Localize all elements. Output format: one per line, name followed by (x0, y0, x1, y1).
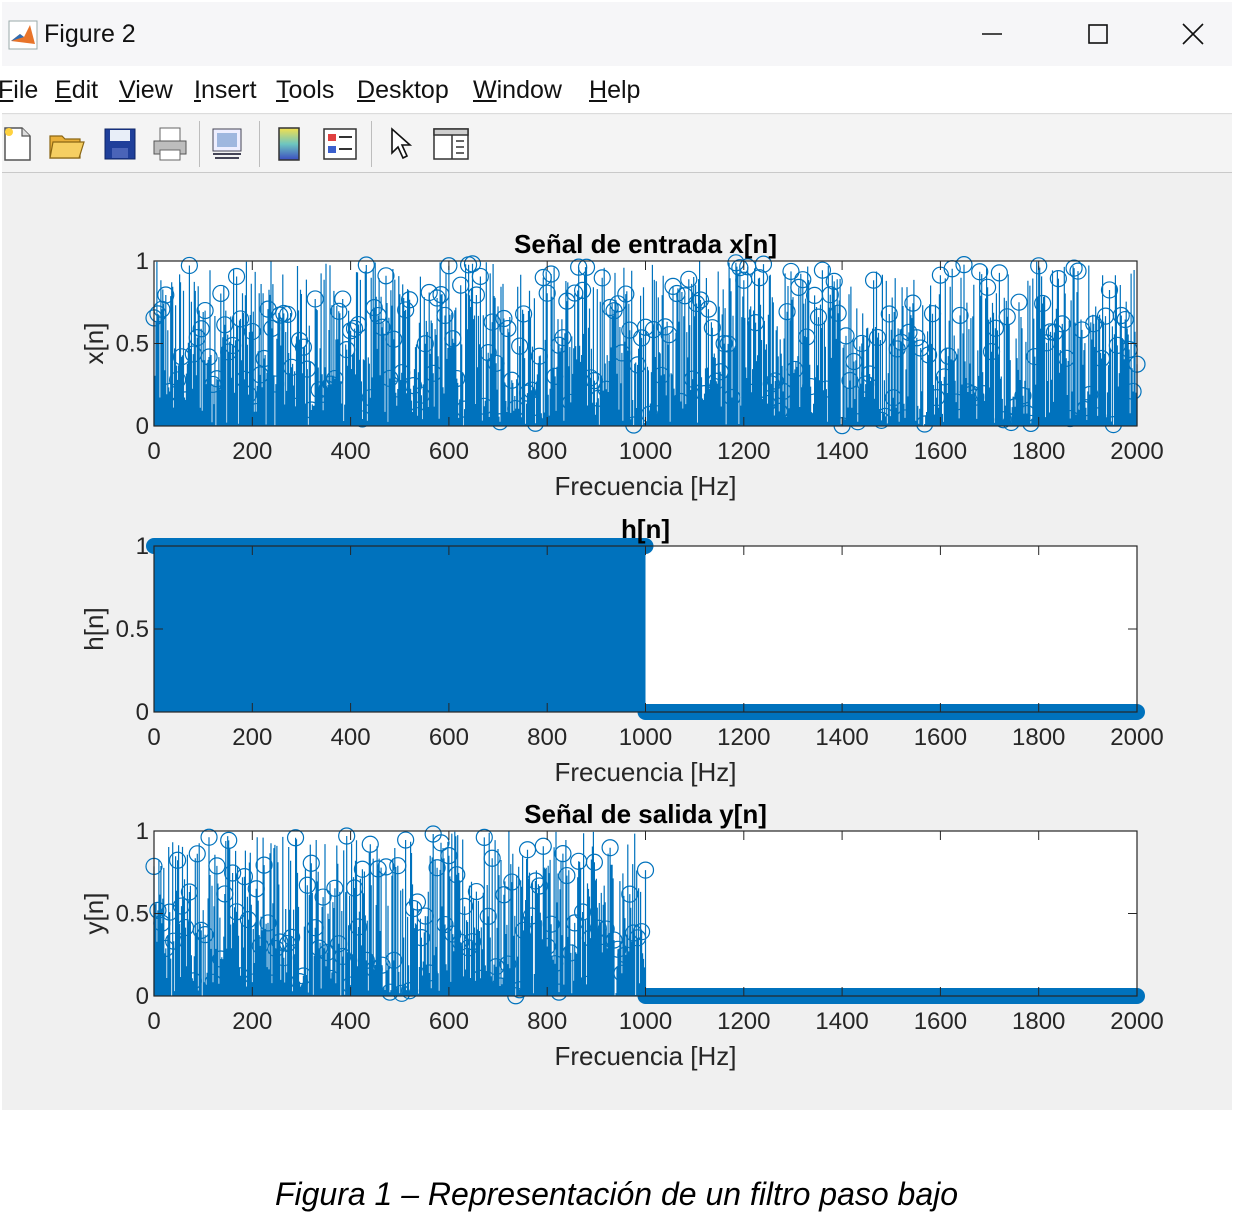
x-tick-label: 2000 (1110, 438, 1163, 465)
x-tick-label: 0 (147, 438, 160, 465)
subplot-1: 0 200 400 600 800 1000 1200 1400 1600 1800 2000 0 0.… (79, 229, 1164, 501)
x-tick-label: 200 (232, 438, 272, 465)
y-tick-label: 0.5 (116, 901, 149, 928)
x-tick-label: 400 (331, 438, 371, 465)
x-tick-label: 600 (429, 1008, 469, 1035)
y-tick-label: 1 (136, 533, 149, 560)
subplot-title: Señal de salida y[n] (524, 799, 767, 829)
x-tick-label: 600 (429, 724, 469, 751)
y-tick-label: 0 (136, 699, 149, 726)
stem-lines-block (154, 546, 646, 712)
figure-caption: Figura 1 – Representación de un filtro p… (274, 1176, 959, 1212)
x-tick-label: 1400 (815, 438, 868, 465)
x-tick-label: 200 (232, 1008, 272, 1035)
x-tick-label: 800 (527, 438, 567, 465)
y-axis-label: h[n] (79, 607, 109, 650)
x-tick-label: 1000 (619, 438, 672, 465)
x-axis-label: Frecuencia [Hz] (554, 757, 736, 787)
y-axis-label: y[n] (79, 893, 109, 935)
x-tick-label: 2000 (1110, 724, 1163, 751)
subplot-title: Señal de entrada x[n] (514, 229, 777, 259)
x-tick-label: 1600 (914, 1008, 967, 1035)
subplot-2: 0 200 400 600 800 1000 1200 1400 1600 1800 2000 0 0.… (79, 514, 1164, 787)
y-tick-label: 1 (136, 818, 149, 845)
x-tick-label: 800 (527, 724, 567, 751)
x-tick-label: 400 (331, 724, 371, 751)
x-tick-label: 0 (147, 1008, 160, 1035)
x-tick-label: 1000 (619, 724, 672, 751)
x-tick-label: 1400 (815, 724, 868, 751)
y-tick-label: 0 (136, 413, 149, 440)
x-tick-label: 1200 (717, 1008, 770, 1035)
x-tick-label: 1800 (1012, 724, 1065, 751)
x-tick-label: 800 (527, 1008, 567, 1035)
x-tick-label: 1800 (1012, 1008, 1065, 1035)
x-tick-label: 1800 (1012, 438, 1065, 465)
y-axis-label: x[n] (79, 323, 109, 365)
x-tick-label: 1200 (717, 438, 770, 465)
x-tick-label: 200 (232, 724, 272, 751)
x-axis-label: Frecuencia [Hz] (554, 1041, 736, 1071)
y-tick-label: 0 (136, 983, 149, 1010)
x-tick-label: 1600 (914, 724, 967, 751)
x-axis-label: Frecuencia [Hz] (554, 471, 736, 501)
y-tick-label: 0.5 (116, 616, 149, 643)
x-tick-label: 1000 (619, 1008, 672, 1035)
y-tick-label: 0.5 (116, 331, 149, 358)
y-tick-label: 1 (136, 248, 149, 275)
x-tick-label: 400 (331, 1008, 371, 1035)
figure-canvas: 0 200 400 600 800 1000 1200 1400 1600 1800 200000.… (79, 229, 1164, 1071)
x-tick-label: 0 (147, 724, 160, 751)
x-tick-label: 1200 (717, 724, 770, 751)
x-tick-label: 600 (429, 438, 469, 465)
x-tick-label: 1400 (815, 1008, 868, 1035)
x-tick-label: 2000 (1110, 1008, 1163, 1035)
figure-window: Figure 2 File Edit View Insert Tools Des… (0, 2, 1232, 1110)
subplot-3: 0 200 400 600 800 1000 1200 1400 1600 1800 2000 0 0.… (79, 799, 1164, 1071)
x-tick-label: 1600 (914, 438, 967, 465)
subplot-title: h[n] (621, 514, 670, 544)
